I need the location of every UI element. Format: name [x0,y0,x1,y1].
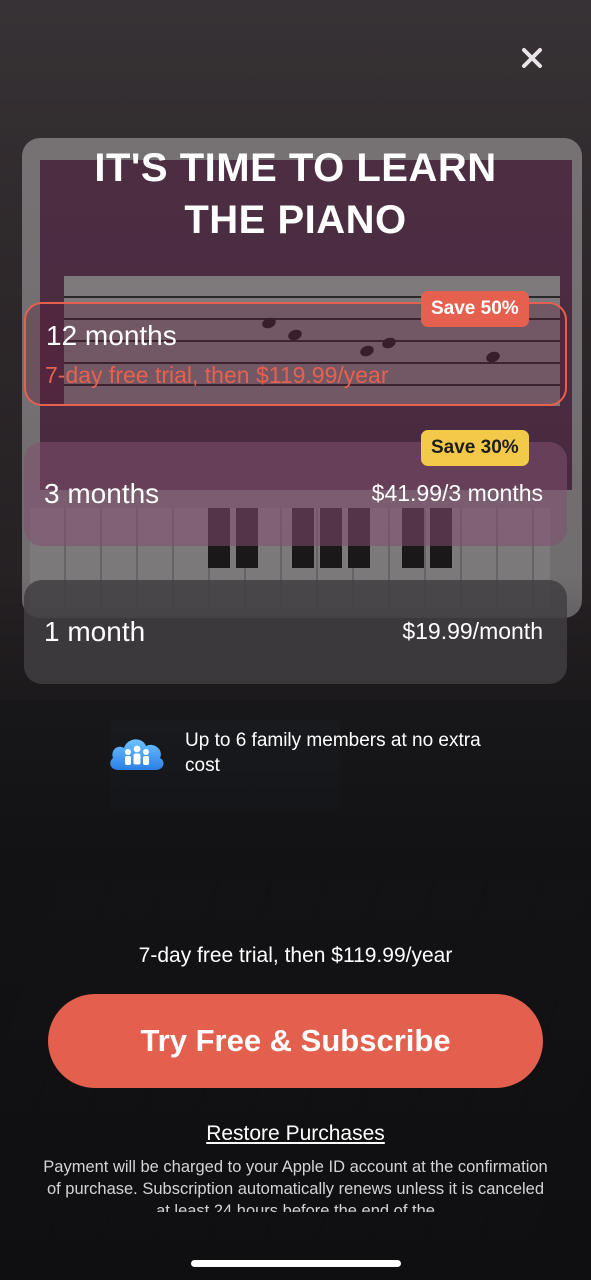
title-line-2: THE PIANO [184,198,407,242]
family-cloud-icon [110,739,164,770]
save-badge-50: Save 50% [421,291,529,327]
plan-name: 1 month [44,616,146,647]
plan-1-month[interactable]: 1 month $19.99/month [24,580,567,684]
legal-text: Payment will be charged to your Apple ID… [43,1158,548,1212]
try-free-subscribe-button[interactable]: Try Free & Subscribe [48,994,543,1088]
home-indicator[interactable] [191,1260,401,1267]
plan-name: 3 months [44,478,160,509]
family-sharing-info: Up to 6 family members at no extra cost [106,728,506,788]
trial-note: 7-day free trial, then $119.99/year [138,944,453,967]
close-icon [522,48,542,68]
save-badge-30: Save 30% [421,430,529,466]
title-line-1: IT'S TIME TO LEARN [94,146,497,190]
plan-subtitle: 7-day free trial, then $119.99/year [45,362,389,388]
family-sharing-text: Up to 6 family members at no extra cost [185,730,481,776]
plan-price: $41.99/3 months [371,480,543,506]
close-button[interactable] [514,40,550,76]
plan-price: $19.99/month [402,618,543,644]
plan-name: 12 months [46,320,177,351]
page-title: IT'S TIME TO LEARN THE PIANO [0,142,591,246]
restore-purchases-link[interactable]: Restore Purchases [206,1122,385,1145]
